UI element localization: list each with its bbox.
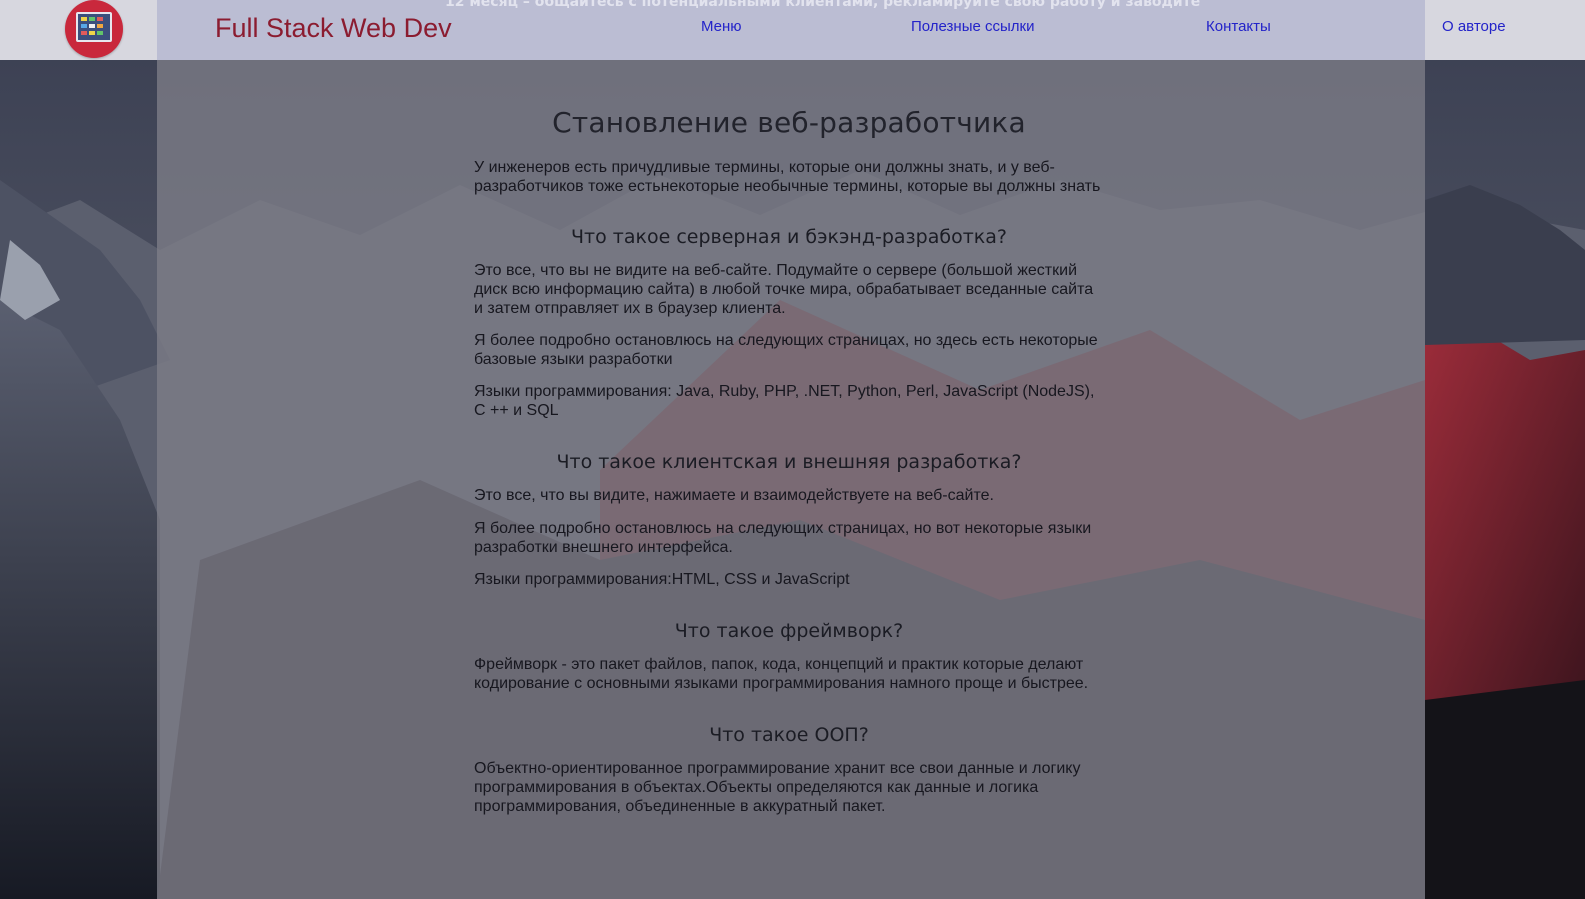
section-heading-framework: Что такое фреймворк? [674, 620, 904, 642]
article-intro: У инженеров есть причудливые термины, ко… [474, 159, 1101, 195]
marquee-banner: 12 месяц – общайтесь с потенциальными кл… [445, 0, 1205, 10]
section-paragraph: Объектно-ориентированное программировани… [474, 760, 1081, 815]
section-heading-backend: Что такое серверная и бэкэнд-разработка? [571, 226, 1007, 248]
section-paragraph: Языки программирования:HTML, CSS и JavaS… [474, 571, 850, 588]
nav-link-menu[interactable]: Меню [701, 17, 742, 37]
section-paragraph: Языки программирования: Java, Ruby, PHP,… [474, 383, 1095, 419]
nav-link-about-author[interactable]: О авторе [1442, 17, 1506, 37]
site-logo[interactable] [65, 0, 123, 58]
site-header: 12 месяц – общайтесь с потенциальными кл… [0, 0, 1585, 60]
section-heading-oop: Что такое ООП? [709, 724, 869, 746]
section-paragraph: Это все, что вы не видите на веб-сайте. … [474, 262, 1094, 317]
section-paragraph: Это все, что вы видите, нажимаете и взаи… [474, 487, 994, 504]
article-title: Становление веб-разработчика [552, 106, 1026, 139]
section-heading-frontend: Что такое клиентская и внешняя разработк… [556, 451, 1022, 473]
section-paragraph: Фреймворк - это пакет файлов, папок, код… [474, 656, 1089, 692]
nav-link-contacts[interactable]: Контакты [1206, 17, 1271, 37]
section-paragraph: Я более подробно остановлюсь на следующи… [474, 520, 1092, 556]
article: Становление веб-разработчика У инженеров… [474, 60, 1104, 816]
laptop-icon [76, 12, 112, 42]
section-paragraph: Я более подробно остановлюсь на следующи… [474, 332, 1098, 368]
site-title[interactable]: Full Stack Web Dev [215, 10, 452, 46]
nav-link-useful-links[interactable]: Полезные ссылки [911, 17, 1035, 37]
